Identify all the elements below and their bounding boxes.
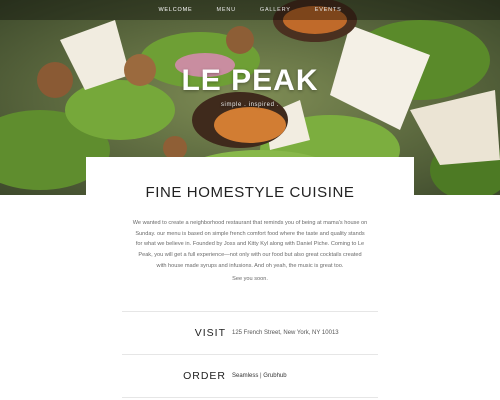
visit-row: VISIT 125 French Street, New York, NY 10… <box>122 323 378 345</box>
about-paragraph: We wanted to create a neighborhood resta… <box>116 218 384 272</box>
nav-item-menu[interactable]: MENU <box>204 7 247 13</box>
order-links: Seamless | Grubhub <box>232 373 287 379</box>
visit-label: VISIT <box>194 327 226 339</box>
section-heading: FINE HOMESTYLE CUISINE <box>145 184 355 201</box>
content-card: FINE HOMESTYLE CUISINE We wanted to crea… <box>86 157 414 400</box>
divider <box>122 397 378 398</box>
about-line: Peak, you will get a full experience—not… <box>138 252 362 259</box>
visit-address: 125 French Street, New York, NY 10013 <box>232 330 339 336</box>
divider <box>122 354 378 355</box>
nav-item-events[interactable]: EVENTS <box>303 7 354 13</box>
seamless-link[interactable]: Seamless <box>232 373 258 379</box>
about-line: for what we believe in. Founded by Joss … <box>135 241 365 248</box>
divider <box>122 311 378 312</box>
restaurant-name: LE PEAK <box>181 64 319 97</box>
signoff-text: See you soon. <box>232 276 268 282</box>
about-line: Sunday. our menu is based on simple fren… <box>135 230 365 237</box>
top-navigation: WELCOME MENU GALLERY EVENTS <box>0 0 500 20</box>
tagline: simple . inspired . <box>220 102 280 108</box>
order-row: ORDER Seamless | Grubhub <box>122 366 378 388</box>
nav-item-welcome[interactable]: WELCOME <box>146 7 204 13</box>
about-line: We wanted to create a neighborhood resta… <box>132 220 368 226</box>
grubhub-link[interactable]: Grubhub <box>263 373 286 379</box>
about-line: with house made syrups and infusions. An… <box>156 262 344 269</box>
order-label: ORDER <box>183 370 226 382</box>
nav-item-gallery[interactable]: GALLERY <box>248 7 303 13</box>
